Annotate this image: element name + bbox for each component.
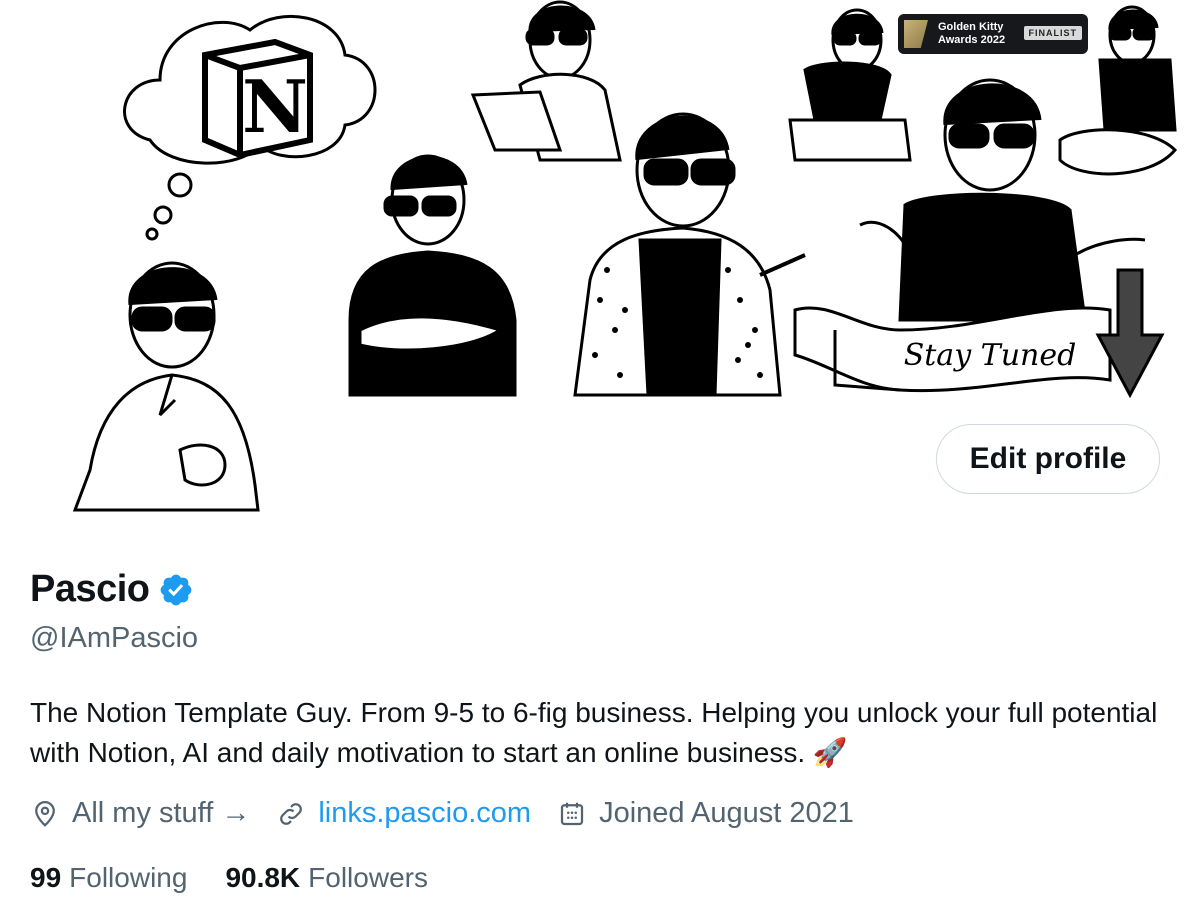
profile-name-row: Pascio — [30, 568, 194, 611]
profile-handle: @IAmPascio — [30, 622, 199, 654]
profile-meta: All my stuff → links.pascio.com Joined A… — [30, 797, 880, 830]
badge-line1: Golden Kitty — [938, 21, 1004, 33]
following-count: 99 — [30, 862, 62, 893]
following-label: Following — [69, 862, 188, 893]
badge-text: Golden Kitty Awards 2022 — [938, 21, 1005, 47]
avatar-illustration — [72, 261, 260, 512]
joined-item: Joined August 2021 — [557, 797, 854, 830]
follow-stats: 99 Following 90.8K Followers — [30, 862, 466, 894]
profile-name: Pascio — [30, 568, 150, 610]
golden-kitty-badge: Golden Kitty Awards 2022 FINALIST — [898, 14, 1088, 54]
website-item: links.pascio.com — [276, 797, 531, 830]
ribbon-text: Stay Tuned — [904, 338, 1077, 373]
followers-label: Followers — [308, 862, 428, 893]
profile-avatar[interactable] — [30, 250, 310, 530]
location-text: All my stuff → — [72, 797, 251, 829]
notion-logo-letter: N — [242, 64, 308, 149]
location-item: All my stuff → — [30, 797, 250, 830]
badge-finalist-tag: FINALIST — [1023, 26, 1082, 40]
link-icon — [280, 802, 303, 825]
edit-profile-button[interactable]: Edit profile — [936, 424, 1160, 494]
website-link[interactable]: links.pascio.com — [318, 797, 531, 830]
following-link[interactable]: 99 Following — [30, 862, 187, 894]
joined-text: Joined August 2021 — [599, 797, 854, 829]
profile-bio: The Notion Template Guy. From 9-5 to 6-f… — [30, 697, 1158, 768]
verified-badge-icon[interactable] — [158, 572, 194, 608]
followers-count: 90.8K — [225, 862, 301, 893]
followers-link[interactable]: 90.8K Followers — [225, 862, 428, 894]
location-pin-icon — [35, 800, 55, 827]
calendar-icon — [560, 802, 584, 825]
badge-line2: Awards 2022 — [938, 34, 1006, 46]
award-icon — [904, 20, 928, 48]
